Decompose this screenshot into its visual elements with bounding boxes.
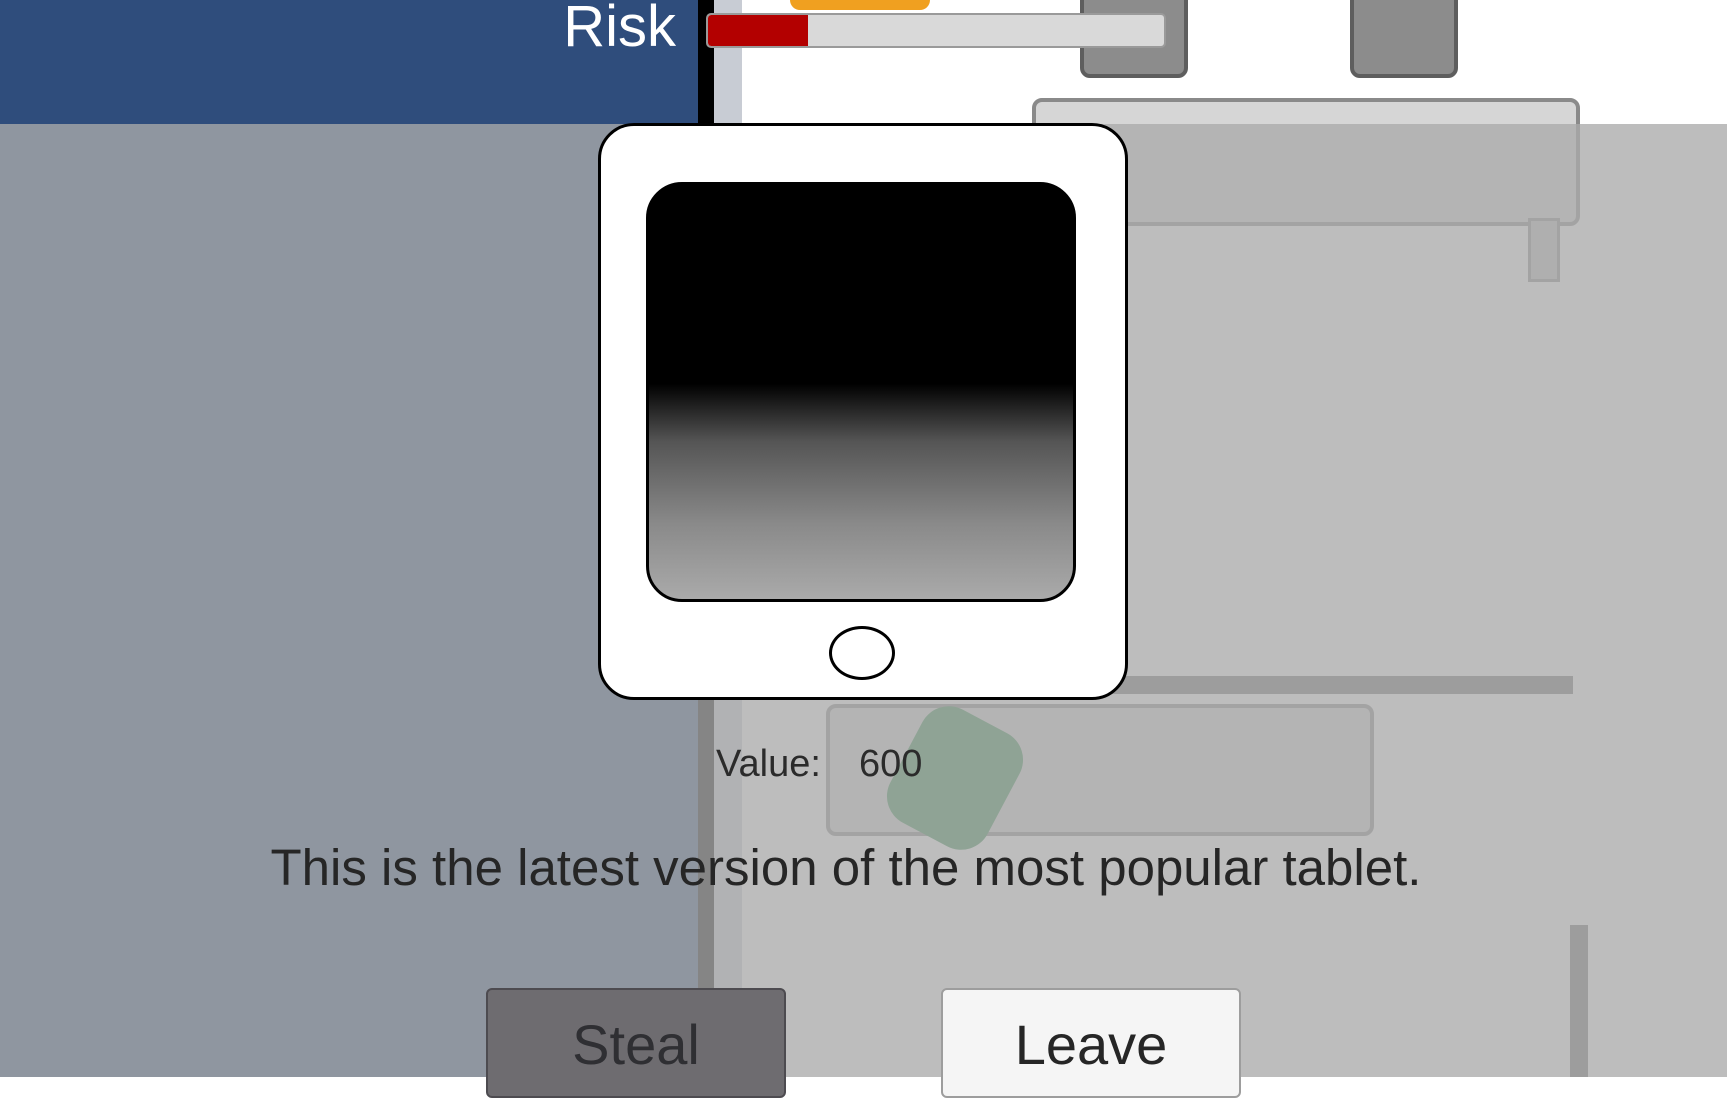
tablet-home-button [829,626,895,680]
chair-icon [1350,0,1458,78]
risk-meter [706,13,1166,48]
value-label: Value: [716,743,821,785]
risk-meter-fill [708,15,809,46]
lamp-icon [790,0,930,10]
steal-button[interactable]: Steal [486,988,786,1098]
item-value: Value: 600 [716,743,922,786]
value-amount: 600 [858,743,923,785]
leave-button[interactable]: Leave [941,988,1241,1098]
tablet-icon [598,123,1128,700]
item-description: This is the latest version of the most p… [270,839,1422,896]
tablet-screen [646,182,1076,602]
risk-label: Risk [563,0,676,59]
